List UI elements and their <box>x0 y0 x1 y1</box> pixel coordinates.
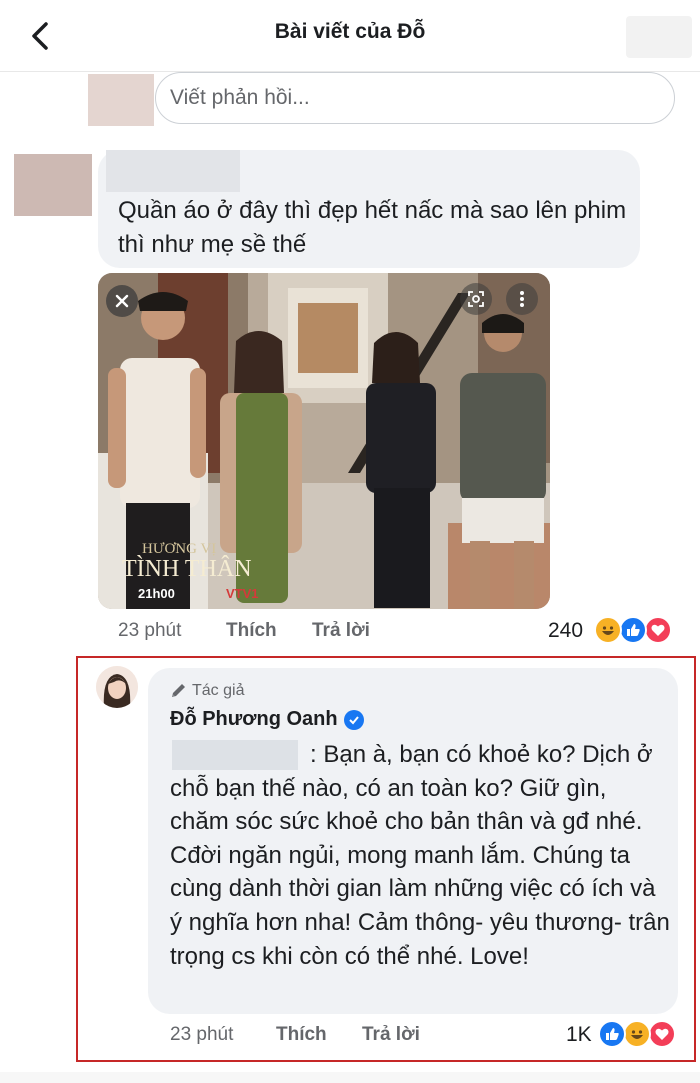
comment-text: Quần áo ở đây thì đẹp hết nấc mà sao lên… <box>118 197 627 258</box>
comment-bubble: Quần áo ở đây thì đẹp hết nấc mà sao lên… <box>98 150 640 268</box>
commenter-name[interactable]: Đỗ Phương Oanh <box>170 708 364 731</box>
comment-image[interactable]: HƯƠNG VỊ TÌNH THÂN 21h00 VTV1 <box>98 273 550 609</box>
blurred-commenter-name[interactable] <box>106 150 240 192</box>
comment-time: 23 phút <box>118 620 182 641</box>
divider <box>0 1072 700 1083</box>
verified-badge-icon <box>343 709 364 730</box>
reaction-count[interactable]: 1K <box>566 1023 592 1047</box>
reply-button[interactable]: Trả lời <box>312 620 370 642</box>
blurred-area <box>626 16 692 58</box>
show-airtime: 21h00 <box>138 586 175 601</box>
reply-input[interactable]: Viết phản hồi... <box>155 72 675 124</box>
love-reaction-icon <box>644 616 672 644</box>
love-reaction-icon <box>648 1020 676 1048</box>
blurred-avatar <box>88 74 154 126</box>
page-title: Bài viết của Đỗ <box>274 20 426 43</box>
show-title-line1: HƯƠNG VỊ <box>142 541 216 557</box>
blurred-avatar[interactable] <box>14 154 92 216</box>
close-image-button[interactable] <box>106 285 138 317</box>
drama-still-image: HƯƠNG VỊ TÌNH THÂN 21h00 VTV1 <box>98 273 550 609</box>
show-title-line2: TÌNH THÂN <box>122 556 252 582</box>
author-tag-label: Tác giả <box>192 682 245 699</box>
lens-icon <box>468 291 484 307</box>
avatar[interactable] <box>96 666 138 708</box>
comment-bubble: Tác giả Đỗ Phương Oanh : Bạn à, bạn có k… <box>148 668 678 1014</box>
comment-time: 23 phút <box>170 1024 234 1045</box>
pencil-icon <box>172 684 185 697</box>
close-icon <box>115 294 129 308</box>
commenter-name-label: Đỗ Phương Oanh <box>170 708 338 730</box>
comment-text: : Bạn à, bạn có khoẻ ko? Dịch ở chỗ bạn … <box>170 741 670 970</box>
like-button[interactable]: Thích <box>276 1024 327 1046</box>
more-vertical-icon <box>520 291 524 307</box>
top-bar: Bài viết của Đỗ <box>0 0 700 72</box>
visual-search-button[interactable] <box>460 283 492 315</box>
haha-reaction-icon <box>594 616 622 644</box>
author-badge: Tác giả <box>170 682 244 700</box>
reply-button[interactable]: Trả lời <box>362 1024 420 1046</box>
like-reaction-icon <box>598 1020 626 1048</box>
reaction-count[interactable]: 240 <box>548 619 583 643</box>
like-button[interactable]: Thích <box>226 620 277 642</box>
show-channel: VTV1 <box>226 586 259 601</box>
image-more-button[interactable] <box>506 283 538 315</box>
like-reaction-icon <box>619 616 647 644</box>
haha-reaction-icon <box>623 1020 651 1048</box>
